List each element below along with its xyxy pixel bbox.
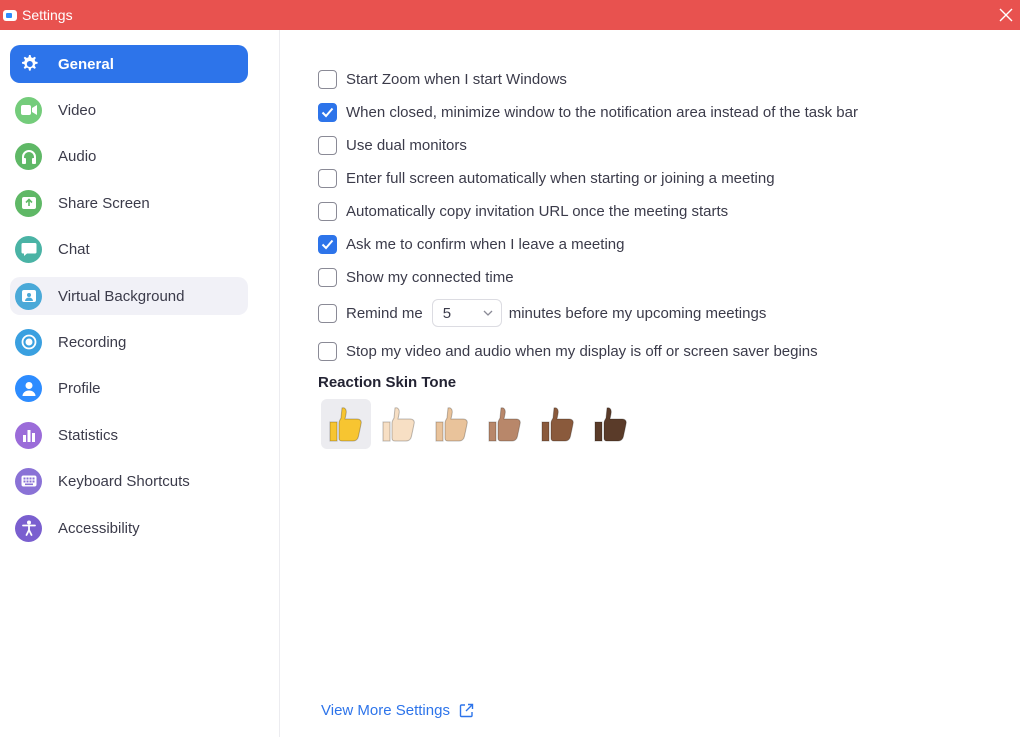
external-link-icon [459, 703, 474, 718]
checkbox[interactable] [318, 102, 337, 122]
thumbs-up-icon [382, 407, 415, 442]
option-label: Stop my video and audio when my display … [346, 342, 818, 360]
checkbox[interactable] [318, 135, 337, 155]
checkbox[interactable] [318, 267, 337, 287]
sidebar-item-general[interactable]: General [10, 45, 248, 83]
general-settings-panel: Start Zoom when I start Windows When clo… [281, 30, 1020, 737]
gear-icon [15, 51, 42, 78]
window-title: Settings [22, 7, 73, 23]
option-label: minutes before my upcoming meetings [508, 304, 767, 322]
remind-minutes-select[interactable]: 5 [431, 299, 502, 327]
keyboard-icon [15, 467, 42, 495]
title-bar: Settings [0, 0, 1020, 30]
settings-sidebar: General Video Audio Share Screen Chat Vi… [0, 30, 280, 737]
chat-bubble-icon [15, 235, 42, 263]
thumbs-up-icon [541, 407, 574, 442]
checkbox[interactable] [318, 201, 337, 221]
checkbox[interactable] [318, 168, 337, 188]
option-label: Enter full screen automatically when sta… [346, 169, 775, 187]
option-minimize-to-notification-area: When closed, minimize window to the noti… [318, 101, 858, 123]
headphones-icon [15, 142, 42, 170]
video-camera-icon [15, 96, 42, 124]
bar-chart-icon [15, 421, 42, 449]
thumbs-up-icon [594, 407, 627, 442]
option-remind-me: Remind me 5 minutes before my upcoming m… [318, 299, 766, 327]
option-label: Remind me [346, 304, 423, 322]
close-icon [999, 8, 1013, 22]
option-confirm-leave-meeting: Ask me to confirm when I leave a meeting [318, 233, 624, 255]
checkbox[interactable] [318, 234, 337, 254]
record-icon [15, 328, 42, 356]
checkmark-icon [321, 239, 334, 249]
skin-tone-option-4[interactable] [480, 399, 530, 449]
option-label: Start Zoom when I start Windows [346, 70, 567, 88]
checkbox[interactable] [318, 69, 337, 89]
sidebar-item-chat[interactable]: Chat [10, 230, 248, 268]
thumbs-up-icon [435, 407, 468, 442]
sidebar-item-share-screen[interactable]: Share Screen [10, 184, 248, 222]
skin-tone-option-3[interactable] [427, 399, 477, 449]
sidebar-item-label: Accessibility [58, 519, 140, 537]
skin-tone-option-5[interactable] [533, 399, 583, 449]
sidebar-item-keyboard-shortcuts[interactable]: Keyboard Shortcuts [10, 462, 248, 500]
skin-tone-option-1[interactable] [321, 399, 371, 449]
option-start-with-windows: Start Zoom when I start Windows [318, 68, 567, 90]
sidebar-item-statistics[interactable]: Statistics [10, 416, 248, 454]
option-copy-invitation-url: Automatically copy invitation URL once t… [318, 200, 728, 222]
sidebar-item-virtual-background[interactable]: Virtual Background [10, 277, 248, 315]
close-button[interactable] [992, 0, 1020, 30]
accessibility-icon [15, 514, 42, 542]
thumbs-up-icon [329, 407, 362, 442]
sidebar-item-label: Share Screen [58, 194, 150, 212]
option-stop-video-audio: Stop my video and audio when my display … [318, 340, 818, 362]
view-more-settings-link[interactable]: View More Settings [321, 702, 474, 719]
sidebar-item-accessibility[interactable]: Accessibility [10, 509, 248, 547]
sidebar-item-label: Statistics [58, 426, 119, 444]
share-screen-icon [15, 189, 42, 217]
sidebar-item-label: Audio [58, 147, 97, 165]
option-label: When closed, minimize window to the noti… [346, 103, 858, 121]
skin-tone-option-6[interactable] [586, 399, 636, 449]
profile-icon [15, 374, 42, 402]
sidebar-item-video[interactable]: Video [10, 91, 248, 129]
option-label: Ask me to confirm when I leave a meeting [346, 235, 625, 253]
section-title: Reaction Skin Tone [318, 374, 457, 391]
option-label: Automatically copy invitation URL once t… [346, 202, 729, 220]
thumbs-up-icon [488, 407, 521, 442]
sidebar-item-profile[interactable]: Profile [10, 369, 248, 407]
checkbox[interactable] [318, 303, 337, 323]
option-show-connected-time: Show my connected time [318, 266, 514, 288]
option-auto-full-screen: Enter full screen automatically when sta… [318, 167, 775, 189]
sidebar-item-label: Video [58, 101, 97, 119]
checkbox[interactable] [318, 341, 337, 361]
sidebar-item-audio[interactable]: Audio [10, 137, 248, 175]
sidebar-item-recording[interactable]: Recording [10, 323, 248, 361]
sidebar-item-label: General [58, 55, 114, 73]
skin-tone-option-2[interactable] [374, 399, 424, 449]
option-dual-monitors: Use dual monitors [318, 134, 467, 156]
sidebar-item-label: Chat [58, 240, 90, 258]
option-label: Show my connected time [346, 268, 514, 286]
checkmark-icon [321, 107, 334, 117]
select-value: 5 [442, 304, 452, 322]
sidebar-item-label: Virtual Background [58, 287, 185, 305]
zoom-app-icon [3, 9, 17, 21]
sidebar-item-label: Recording [58, 333, 127, 351]
skin-tone-picker [321, 399, 639, 449]
option-label: Use dual monitors [346, 136, 467, 154]
sidebar-item-label: Keyboard Shortcuts [58, 472, 190, 490]
chevron-down-icon [483, 310, 493, 316]
person-frame-icon [15, 282, 42, 310]
link-text: View More Settings [321, 702, 450, 719]
sidebar-item-label: Profile [58, 379, 101, 397]
